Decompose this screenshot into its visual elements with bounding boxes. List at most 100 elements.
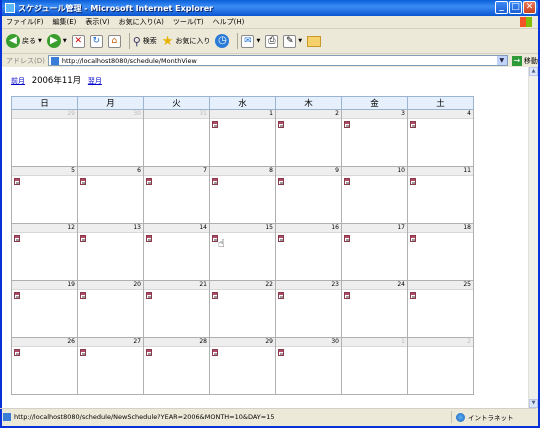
add-schedule-icon[interactable] [80,292,86,299]
calendar-day-cell[interactable]: 28 [143,337,210,395]
add-schedule-icon[interactable] [212,121,218,128]
print-icon[interactable]: ⎙ [265,34,279,48]
menu-edit[interactable]: 編集(E) [53,17,77,27]
calendar-day-cell[interactable]: 19 [11,280,78,338]
scroll-down-icon[interactable]: ▼ [529,399,538,408]
calendar-day-cell[interactable]: 15 ☝ [209,223,276,281]
add-schedule-icon[interactable] [278,121,284,128]
menu-tools[interactable]: ツール(T) [173,17,204,27]
add-schedule-icon[interactable] [410,178,416,185]
minimize-button[interactable]: _ [495,1,508,14]
calendar-day-cell[interactable]: 29 [11,109,78,167]
add-schedule-icon[interactable] [146,349,152,356]
add-schedule-icon[interactable] [278,235,284,242]
add-schedule-icon[interactable] [80,235,86,242]
refresh-icon[interactable]: ↻ [89,34,103,48]
add-schedule-icon[interactable] [344,292,350,299]
add-schedule-icon[interactable] [344,178,350,185]
add-schedule-icon[interactable] [14,349,20,356]
mail-dropdown-icon[interactable]: ▼ [256,38,260,44]
calendar-day-cell[interactable]: 11 [407,166,474,224]
add-schedule-icon[interactable] [278,178,284,185]
close-button[interactable]: ✕ [523,1,536,14]
menu-file[interactable]: ファイル(F) [6,17,44,27]
calendar-day-cell[interactable]: 18 [407,223,474,281]
add-schedule-icon[interactable] [344,121,350,128]
calendar-day-cell[interactable]: 1 [209,109,276,167]
calendar-day-cell[interactable]: 1 [341,337,408,395]
calendar-day-cell[interactable]: 2 [407,337,474,395]
calendar-day-cell[interactable]: 4 [407,109,474,167]
add-schedule-icon[interactable] [212,292,218,299]
address-dropdown-icon[interactable]: ▼ [496,56,507,65]
calendar-day-cell[interactable]: 6 [77,166,144,224]
calendar-day-cell[interactable]: 5 [11,166,78,224]
stop-icon[interactable]: ✕ [71,34,85,48]
add-schedule-icon[interactable] [212,349,218,356]
calendar-day-cell[interactable]: 14 [143,223,210,281]
maximize-button[interactable]: □ [509,1,522,14]
calendar-day-cell[interactable]: 30 [275,337,342,395]
search-button[interactable]: ⚲ 検索 [133,35,157,48]
calendar-day-cell[interactable]: 7 [143,166,210,224]
add-schedule-icon[interactable] [410,235,416,242]
calendar-day-cell[interactable]: 22 [209,280,276,338]
next-month-link[interactable]: 翌月 [88,77,102,85]
scroll-up-icon[interactable]: ▲ [529,67,538,76]
prev-month-link[interactable]: 前月 [11,77,25,85]
calendar-day-cell[interactable]: 17 [341,223,408,281]
calendar-day-cell[interactable]: 21 [143,280,210,338]
add-schedule-icon[interactable] [344,235,350,242]
add-schedule-icon[interactable] [146,178,152,185]
back-button[interactable]: ◀ 戻る ▼ [6,34,42,48]
calendar-day-cell[interactable]: 29 [209,337,276,395]
add-schedule-icon[interactable] [410,292,416,299]
calendar-day-cell[interactable]: 10 [341,166,408,224]
calendar-day-cell[interactable]: 2 [275,109,342,167]
add-schedule-icon[interactable] [146,235,152,242]
calendar-day-cell[interactable]: 30 [77,109,144,167]
add-schedule-icon[interactable] [278,292,284,299]
calendar-day-cell[interactable]: 8 [209,166,276,224]
add-schedule-icon[interactable] [80,349,86,356]
calendar-day-cell[interactable]: 24 [341,280,408,338]
calendar-day-cell[interactable]: 3 [341,109,408,167]
favorites-button[interactable]: ★ お気に入り [162,34,211,49]
edit-dropdown-icon[interactable]: ▼ [298,38,302,44]
address-input[interactable]: http://localhost8080/schedule/MonthView … [47,55,508,66]
back-dropdown-icon[interactable]: ▼ [38,38,42,44]
menu-favorites[interactable]: お気に入り(A) [119,17,164,27]
add-schedule-icon[interactable] [212,178,218,185]
calendar-day-cell[interactable]: 9 [275,166,342,224]
menu-help[interactable]: ヘルプ(H) [213,17,245,27]
calendar-day-cell[interactable]: 16 [275,223,342,281]
add-schedule-icon[interactable] [14,292,20,299]
add-schedule-icon[interactable] [14,235,20,242]
day-number: 2 [276,110,341,119]
title-bar[interactable]: スケジュール管理 - Microsoft Internet Explorer _… [2,0,538,16]
add-schedule-icon[interactable] [14,178,20,185]
home-icon[interactable]: ⌂ [107,34,121,48]
menu-view[interactable]: 表示(V) [85,17,109,27]
mail-icon[interactable]: ✉ [241,34,255,48]
calendar-day-cell[interactable]: 23 [275,280,342,338]
calendar-day-cell[interactable]: 20 [77,280,144,338]
calendar-day-cell[interactable]: 25 [407,280,474,338]
forward-button[interactable]: ▶ ▼ [46,34,67,48]
calendar-day-cell[interactable]: 31 [143,109,210,167]
folder-icon[interactable] [307,35,322,47]
add-schedule-icon[interactable] [80,178,86,185]
vertical-scrollbar[interactable]: ▲ ▼ [528,67,538,408]
calendar-day-cell[interactable]: 26 [11,337,78,395]
calendar-day-cell[interactable]: 27 [77,337,144,395]
add-schedule-icon[interactable] [410,121,416,128]
go-button[interactable]: → 移動 [511,55,538,66]
weekday-header-sun: 日 [11,96,78,110]
edit-icon[interactable]: ✎ [283,34,297,48]
history-icon[interactable]: ◷ [215,34,230,48]
calendar-day-cell[interactable]: 13 [77,223,144,281]
add-schedule-icon[interactable] [278,349,284,356]
forward-dropdown-icon[interactable]: ▼ [63,38,67,44]
add-schedule-icon[interactable] [146,292,152,299]
calendar-day-cell[interactable]: 12 [11,223,78,281]
